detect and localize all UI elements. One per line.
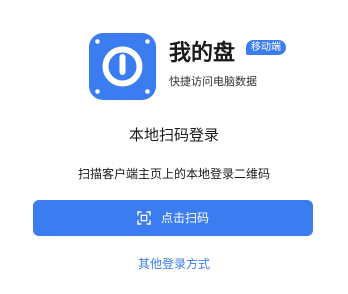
other-login-link[interactable]: 其他登录方式	[0, 256, 348, 272]
scan-icon	[137, 211, 151, 225]
app-logo	[89, 33, 156, 100]
mobile-badge: 移动端	[246, 40, 286, 55]
scan-button[interactable]: 点击扫码	[33, 200, 313, 236]
login-title: 本地扫码登录	[128, 126, 219, 144]
app-name: 我的盘	[169, 41, 236, 66]
app-slogan: 快捷访问电脑数据	[169, 75, 257, 88]
scan-button-label: 点击扫码	[160, 211, 209, 225]
disk-icon	[95, 39, 150, 94]
login-hint: 扫描客户端主页上的本地登录二维码	[77, 167, 270, 181]
